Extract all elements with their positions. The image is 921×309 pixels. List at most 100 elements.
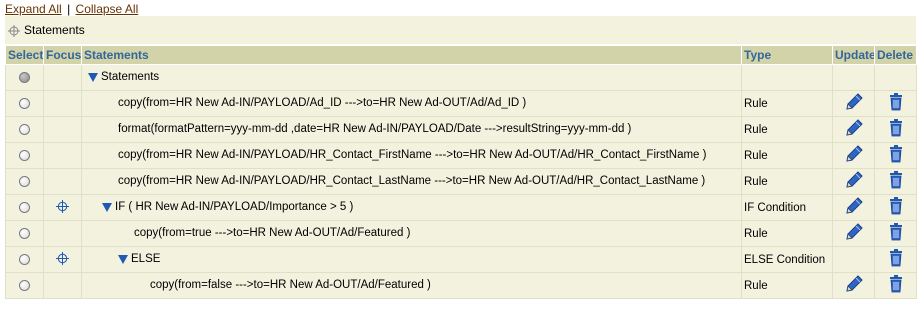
update-cell — [832, 142, 875, 169]
focus-cell — [43, 194, 82, 221]
delete-cell — [874, 142, 917, 169]
pencil-icon[interactable] — [844, 118, 864, 141]
trash-icon[interactable] — [888, 249, 904, 270]
select-cell — [5, 142, 44, 169]
trash-icon[interactable] — [888, 119, 904, 140]
table-row: Statements — [5, 64, 917, 91]
update-cell — [832, 90, 875, 117]
pencil-icon[interactable] — [844, 92, 864, 115]
focus-cell — [43, 116, 82, 143]
pencil-icon[interactable] — [844, 170, 864, 193]
focus-crosshair-icon[interactable] — [56, 199, 69, 216]
statement-cell: IF ( HR New Ad-IN/PAYLOAD/Importance > 5… — [81, 194, 742, 221]
update-cell — [832, 116, 875, 143]
select-cell — [5, 220, 44, 247]
focus-cell — [43, 246, 82, 273]
pencil-icon[interactable] — [844, 274, 864, 297]
statement-cell: ELSE — [81, 246, 742, 273]
type-cell: Rule — [741, 116, 833, 143]
statement-text: copy(from=HR New Ad-IN/PAYLOAD/HR_Contac… — [118, 149, 707, 162]
select-cell — [5, 116, 44, 143]
table-row: copy(from=HR New Ad-IN/PAYLOAD/HR_Contac… — [5, 168, 917, 195]
type-cell: ELSE Condition — [741, 246, 833, 273]
select-radio[interactable] — [19, 71, 30, 83]
link-separator: | — [67, 2, 71, 16]
statement-text: copy(from=HR New Ad-IN/PAYLOAD/HR_Contac… — [118, 175, 706, 188]
select-cell — [5, 246, 44, 273]
delete-cell — [874, 220, 917, 247]
update-cell — [832, 220, 875, 247]
table-row: copy(from=HR New Ad-IN/PAYLOAD/HR_Contac… — [5, 142, 917, 169]
trash-icon[interactable] — [888, 145, 904, 166]
statement-text: copy(from=false --->to=HR New Ad-OUT/Ad/… — [150, 279, 431, 292]
select-cell — [5, 64, 44, 91]
statement-text: ELSE — [131, 253, 161, 266]
table-row: IF ( HR New Ad-IN/PAYLOAD/Importance > 5… — [5, 194, 917, 221]
type-cell: Rule — [741, 272, 833, 299]
update-cell — [832, 272, 875, 299]
delete-cell — [874, 272, 917, 299]
select-radio[interactable] — [19, 175, 30, 187]
trash-icon[interactable] — [888, 93, 904, 114]
select-radio[interactable] — [19, 253, 30, 265]
select-cell — [5, 168, 44, 195]
pencil-icon[interactable] — [844, 144, 864, 167]
trash-icon[interactable] — [888, 275, 904, 296]
table-header-row: Select Focus Statements Type Update Dele… — [5, 45, 917, 65]
col-delete: Delete — [874, 45, 917, 65]
focus-cell — [43, 142, 82, 169]
delete-cell — [874, 90, 917, 117]
expand-triangle-icon[interactable] — [88, 72, 98, 82]
focus-crosshair-icon[interactable] — [8, 25, 20, 40]
expand-all-link[interactable]: Expand All — [5, 2, 62, 16]
statement-cell: format(formatPattern=yyy-mm-dd ,date=HR … — [81, 116, 742, 143]
update-cell — [832, 168, 875, 195]
focus-cell — [43, 168, 82, 195]
update-cell — [832, 194, 875, 221]
select-radio[interactable] — [19, 149, 30, 161]
col-type: Type — [741, 45, 833, 65]
breadcrumb-label: Statements — [24, 23, 85, 37]
trash-icon[interactable] — [888, 171, 904, 192]
delete-cell — [874, 64, 917, 91]
statement-cell: copy(from=HR New Ad-IN/PAYLOAD/HR_Contac… — [81, 142, 742, 169]
col-select: Select — [5, 45, 44, 65]
delete-cell — [874, 246, 917, 273]
select-radio[interactable] — [19, 201, 30, 213]
breadcrumb: Statements — [5, 16, 916, 44]
expand-triangle-icon[interactable] — [102, 202, 112, 212]
select-radio[interactable] — [19, 123, 30, 135]
type-cell: Rule — [741, 168, 833, 195]
col-statements: Statements — [81, 45, 742, 65]
statement-cell: copy(from=HR New Ad-IN/PAYLOAD/Ad_ID ---… — [81, 90, 742, 117]
table-row: copy(from=HR New Ad-IN/PAYLOAD/Ad_ID ---… — [5, 90, 917, 117]
select-radio[interactable] — [19, 227, 30, 239]
col-update: Update — [832, 45, 875, 65]
statement-text: IF ( HR New Ad-IN/PAYLOAD/Importance > 5… — [115, 201, 354, 214]
collapse-all-link[interactable]: Collapse All — [76, 2, 139, 16]
statement-cell: copy(from=true --->to=HR New Ad-OUT/Ad/F… — [81, 220, 742, 247]
type-cell: Rule — [741, 90, 833, 117]
select-radio[interactable] — [19, 97, 30, 109]
statements-table: Select Focus Statements Type Update Dele… — [5, 45, 917, 299]
delete-cell — [874, 168, 917, 195]
select-radio[interactable] — [19, 279, 30, 291]
type-cell: IF Condition — [741, 194, 833, 221]
trash-icon[interactable] — [888, 197, 904, 218]
statement-cell: copy(from=false --->to=HR New Ad-OUT/Ad/… — [81, 272, 742, 299]
statement-cell: Statements — [81, 64, 742, 91]
focus-cell — [43, 220, 82, 247]
focus-cell — [43, 90, 82, 117]
focus-crosshair-icon[interactable] — [56, 251, 69, 268]
trash-icon[interactable] — [888, 223, 904, 244]
focus-cell — [43, 64, 82, 91]
expand-triangle-icon[interactable] — [118, 254, 128, 264]
statement-text: Statements — [101, 71, 160, 84]
tree-controls: Expand All | Collapse All — [5, 2, 138, 16]
update-cell — [832, 64, 875, 91]
table-row: format(formatPattern=yyy-mm-dd ,date=HR … — [5, 116, 917, 143]
pencil-icon[interactable] — [844, 222, 864, 245]
table-row: copy(from=true --->to=HR New Ad-OUT/Ad/F… — [5, 220, 917, 247]
pencil-icon[interactable] — [844, 196, 864, 219]
type-cell: Rule — [741, 142, 833, 169]
